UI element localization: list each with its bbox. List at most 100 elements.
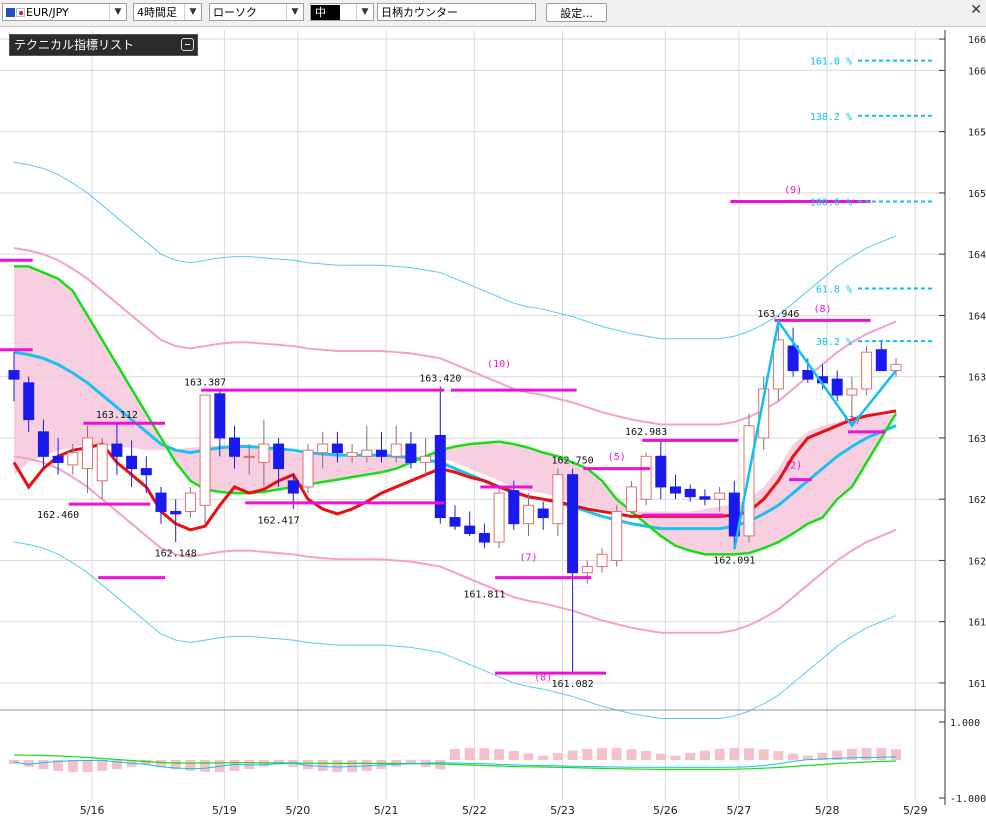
candle-body — [331, 443, 343, 454]
cycle-label: (9) — [784, 185, 802, 196]
candle-body — [390, 443, 402, 457]
timeframe-label: 4時間足 — [137, 6, 177, 19]
y-tick-label: 165.50 — [968, 128, 986, 139]
candle-body — [846, 388, 858, 396]
y-tick-label: 161.50 — [968, 618, 986, 629]
eu-flag-icon — [6, 8, 15, 17]
candle-body — [405, 443, 417, 463]
histogram-bar — [229, 760, 240, 771]
y-tick-label: 165.00 — [968, 189, 986, 200]
histogram-bar — [597, 748, 607, 760]
price-label: 161.811 — [463, 590, 505, 601]
fib-label: 138.2 % — [810, 112, 852, 123]
x-tick-label: 5/28 — [815, 804, 840, 817]
candle-body — [23, 382, 35, 421]
candle-body — [567, 474, 579, 574]
cycle-label: (8) — [813, 304, 831, 315]
candle-body — [52, 455, 64, 463]
indicator-list-panel[interactable]: テクニカル指標リスト — [9, 34, 198, 56]
symbol-label: EUR/JPY — [26, 6, 69, 19]
chevron-down-icon[interactable]: ▼ — [356, 4, 373, 20]
cycle-label: (2) — [784, 461, 802, 472]
price-label: 162.148 — [155, 548, 197, 559]
fib-label: 100.0 % — [810, 198, 852, 209]
candle-body — [287, 480, 299, 494]
cycle-label: (7) — [519, 552, 537, 563]
size-select[interactable]: 中 ▼ — [310, 3, 374, 21]
jp-flag-icon — [16, 8, 25, 17]
candle-body — [184, 492, 196, 512]
x-tick-label: 5/22 — [462, 804, 487, 817]
fib-label: 38.2 % — [816, 337, 852, 348]
candle-body — [376, 449, 387, 457]
histogram-bar — [523, 753, 534, 760]
histogram-bar — [317, 760, 328, 772]
price-label: 163.387 — [184, 378, 226, 389]
histogram-bar — [67, 760, 78, 772]
chart-style-select[interactable]: ローソク ▼ — [209, 3, 304, 21]
candle-body — [140, 468, 152, 476]
timeframe-select[interactable]: 4時間足 ▼ — [133, 3, 202, 21]
candle-body — [126, 455, 138, 470]
candle-body — [111, 443, 123, 457]
price-label: 162.750 — [552, 456, 594, 467]
histogram-bar — [450, 748, 460, 760]
histogram-bar — [38, 760, 49, 770]
candle-body — [361, 449, 373, 457]
price-label: 163.946 — [757, 309, 799, 320]
histogram-bar — [479, 748, 490, 760]
y-tick-label: 163.00 — [968, 434, 986, 445]
histogram-bar — [699, 750, 710, 760]
chevron-down-icon[interactable]: ▼ — [286, 4, 303, 20]
candle-body — [420, 455, 432, 463]
symbol-select[interactable]: EUR/JPY ▼ — [2, 3, 127, 21]
cycle-label: (8) — [534, 672, 552, 683]
candle-body — [37, 431, 49, 457]
candle-body — [434, 434, 446, 519]
y-tick-label: 163.50 — [968, 373, 986, 384]
candle-body — [302, 449, 314, 488]
histogram-bar — [891, 749, 901, 760]
counter-label: 日柄カウンター — [381, 6, 458, 19]
x-tick-label: 5/27 — [727, 804, 752, 817]
price-chart: 163.112 162.460 162.148 163.387 162.417 163.4… — [0, 30, 986, 817]
bb-lower-outer — [13, 541, 897, 719]
chevron-down-icon[interactable]: ▼ — [109, 4, 126, 20]
candle-body — [258, 443, 270, 463]
x-tick-label: 5/20 — [286, 804, 311, 817]
candle-body — [581, 566, 593, 574]
histogram-bar — [185, 760, 196, 771]
y-tick-label: 164.50 — [968, 250, 986, 261]
price-label: 162.091 — [713, 555, 755, 566]
price-label: 162.417 — [258, 515, 300, 526]
histogram-bar — [538, 755, 549, 760]
candle-body — [699, 496, 711, 500]
candle-body — [273, 443, 285, 470]
counter-field[interactable]: 日柄カウンター — [377, 3, 536, 21]
histogram-bar — [655, 753, 666, 760]
price-label: 162.983 — [625, 427, 667, 438]
candle-body — [861, 351, 873, 390]
y-tick-label: 166.00 — [968, 66, 986, 77]
close-icon[interactable]: ✕ — [970, 2, 982, 18]
candle-body — [170, 510, 182, 515]
chevron-down-icon[interactable]: ▼ — [184, 4, 201, 20]
candle-body — [214, 393, 226, 439]
price-label: 163.112 — [96, 410, 138, 421]
x-tick-label: 5/29 — [903, 804, 928, 817]
histogram-bar — [611, 748, 622, 760]
candle-body — [199, 394, 211, 506]
candle-body — [655, 455, 667, 488]
histogram-bar — [876, 748, 887, 760]
histogram-bar — [729, 748, 740, 760]
settings-label: 設定... — [560, 7, 593, 20]
minimize-icon[interactable] — [181, 38, 194, 51]
histogram-bar — [582, 748, 593, 760]
histogram-bar — [685, 752, 696, 760]
candle-body — [449, 517, 461, 527]
candle-body — [155, 492, 167, 512]
candle-body — [743, 425, 755, 537]
chart-style-label: ローソク — [213, 6, 257, 19]
candle-body — [802, 370, 814, 380]
settings-button[interactable]: 設定... — [546, 3, 607, 22]
